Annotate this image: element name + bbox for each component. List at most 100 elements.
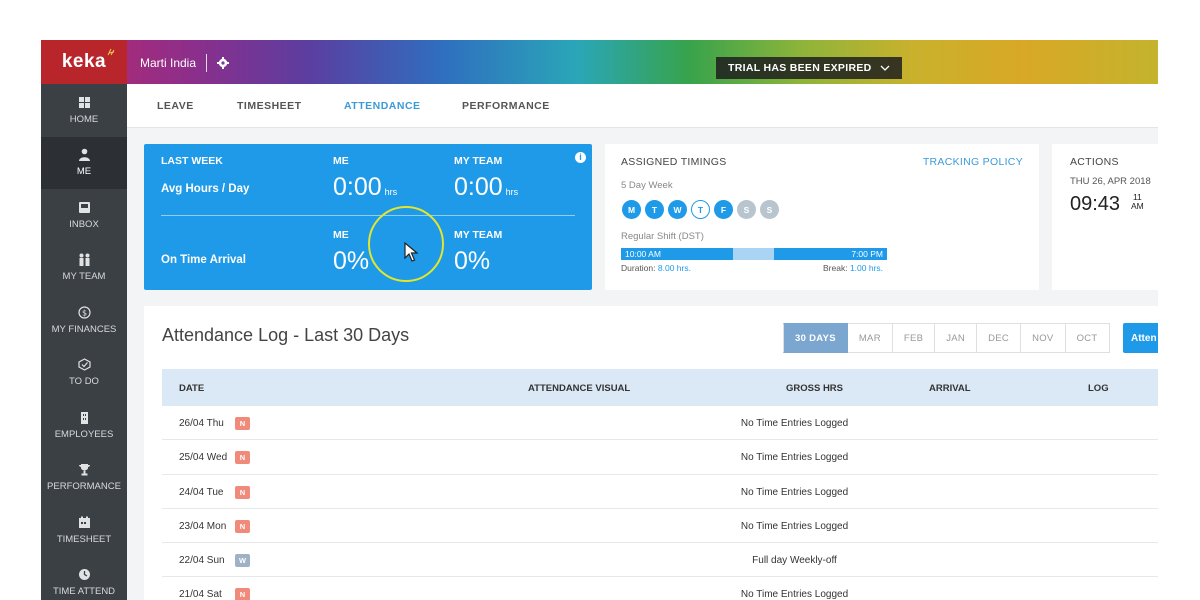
day-status-badge: W	[235, 554, 250, 568]
sidebar-item-label: PERFORMANCE	[47, 481, 121, 493]
sidebar-item-to-do[interactable]: TO DO	[41, 347, 127, 400]
week-type: 5 Day Week	[621, 180, 673, 191]
actions-card: ACTIONS THU 26, APR 2018 09:43 11 AM	[1052, 144, 1158, 290]
org-name: Marti India	[140, 56, 197, 70]
week-days: MTWTFSS	[622, 200, 779, 219]
row-date: 23/04 Mon	[179, 520, 227, 532]
tab-performance[interactable]: PERFORMANCE	[462, 100, 550, 112]
shift-timeline: 10:00 AM 7:00 PM	[621, 248, 887, 260]
sidebar-item-me[interactable]: ME	[41, 136, 127, 189]
shift-break-segment	[733, 248, 774, 260]
logo-text: keka	[61, 51, 107, 72]
ampm-value: AM	[1131, 201, 1144, 211]
table-row[interactable]: 21/04 Sat N No Time Entries Logged	[162, 577, 1158, 600]
tracking-policy-link[interactable]: TRACKING POLICY	[923, 156, 1023, 168]
filter-dec[interactable]: DEC	[977, 323, 1022, 353]
assigned-timings-card: ASSIGNED TIMINGS TRACKING POLICY 5 Day W…	[605, 144, 1039, 290]
sidebar-item-label: EMPLOYEES	[54, 428, 114, 440]
sidebar-item-label: TIMESHEET	[56, 533, 112, 545]
info-icon[interactable]: i	[575, 152, 586, 163]
weekday-chip: W	[668, 200, 687, 219]
tab-timesheet[interactable]: TIMESHEET	[237, 100, 302, 112]
table-row[interactable]: 24/04 Tue N No Time Entries Logged	[162, 475, 1158, 509]
sidebar-item-label: MY FINANCES	[51, 323, 117, 335]
table-row[interactable]: 26/04 Thu N No Time Entries Logged	[162, 406, 1158, 441]
log-table-body: 26/04 Thu N No Time Entries Logged 25/04 We…	[162, 406, 1158, 600]
clock-icon	[78, 569, 90, 581]
attendance-log-panel: Attendance Log - Last 30 Days 30 DAYS MAR…	[144, 306, 1158, 600]
trial-expired-banner[interactable]: TRIAL HAS BEEN EXPIRED	[716, 57, 902, 79]
sidebar-item-timesheet[interactable]: TIMESHEET	[41, 504, 127, 557]
period-label: LAST WEEK	[161, 155, 223, 167]
weekday-chip: T	[691, 200, 710, 219]
gear-icon[interactable]	[217, 57, 230, 69]
sidebar-item-label: TIME ATTEND	[52, 586, 116, 598]
column-attendance-visual: ATTENDANCE VISUAL	[528, 383, 631, 394]
row-message: No Time Entries Logged	[740, 486, 849, 498]
log-table-header: DATE ATTENDANCE VISUAL GROSS HRS ARRIVAL…	[162, 369, 1158, 406]
day-status-badge: N	[235, 417, 250, 430]
sidebar-item-performance[interactable]: PERFORMANCE	[41, 452, 127, 505]
home-icon	[78, 96, 90, 108]
filter-feb[interactable]: FEB	[892, 323, 936, 353]
sidebar-item-my-team[interactable]: MY TEAM	[41, 242, 127, 295]
filter-30-days[interactable]: 30 DAYS	[783, 323, 848, 353]
timings-title: ASSIGNED TIMINGS	[621, 156, 727, 168]
timesheet-icon	[78, 516, 90, 528]
column-log: LOG	[1088, 383, 1109, 394]
filter-nov[interactable]: NOV	[1021, 323, 1066, 353]
team-icon	[79, 253, 89, 267]
sidebar-item-home[interactable]: HOME	[41, 84, 127, 137]
day-status-badge: N	[235, 588, 250, 600]
tab-attendance[interactable]: ATTENDANCE	[344, 100, 421, 112]
weekday-chip: M	[622, 200, 641, 219]
break-value: 1.00 hrs.	[849, 263, 884, 273]
row-date: 25/04 Wed	[179, 452, 228, 464]
table-row[interactable]: 23/04 Mon N No Time Entries Logged	[162, 509, 1158, 544]
shift-name: Regular Shift (DST)	[621, 231, 704, 242]
tab-leave[interactable]: LEAVE	[157, 100, 194, 112]
attendance-stats-card: LAST WEEK ME MY TEAM i Avg Hours / Day 0…	[144, 144, 592, 290]
table-row[interactable]: 25/04 Wed N No Time Entries Logged	[162, 440, 1158, 475]
sidebar-item-label: MY TEAM	[62, 271, 106, 283]
table-row[interactable]: 22/04 Sun W Full day Weekly-off	[162, 543, 1158, 578]
filter-mar[interactable]: MAR	[847, 323, 893, 353]
row-date: 26/04 Thu	[179, 418, 224, 429]
sidebar-item-inbox[interactable]: INBOX	[41, 189, 127, 242]
sidebar-item-label: HOME	[69, 113, 99, 125]
keka-logo[interactable]: keka	[41, 40, 127, 84]
column-arrival: ARRIVAL	[929, 383, 971, 394]
module-tabs: LEAVE TIMESHEET ATTENDANCE PERFORMANCE	[127, 84, 1158, 128]
my-team-label: MY TEAM	[454, 229, 503, 241]
sidebar: HOME ME INBOX MY TEAM $ MY FINANCES TO D…	[41, 84, 127, 600]
top-bar: keka Marti India TRIAL HAS BEEN EXPIRED	[41, 40, 1158, 84]
weekday-chip: S	[737, 200, 756, 219]
current-time: 09:43	[1070, 193, 1121, 215]
filter-oct[interactable]: OCT	[1065, 323, 1110, 353]
sidebar-item-time-attend[interactable]: TIME ATTEND	[41, 557, 127, 600]
log-title: Attendance Log - Last 30 Days	[162, 325, 410, 345]
shift-start: 10:00 AM	[625, 249, 661, 259]
filter-jan[interactable]: JAN	[935, 323, 978, 353]
on-time-arrival-label: On Time Arrival	[161, 254, 247, 266]
row-message: No Time Entries Logged	[740, 418, 849, 429]
day-status-badge: N	[235, 519, 250, 533]
sidebar-item-employees[interactable]: EMPLOYEES	[41, 399, 127, 452]
org-switcher[interactable]: Marti India	[140, 54, 230, 72]
hours-unit: hrs	[384, 187, 398, 197]
todo-icon	[77, 358, 91, 371]
break-label: Break:	[823, 263, 848, 273]
building-icon	[80, 411, 88, 424]
row-message: No Time Entries Logged	[740, 520, 849, 532]
row-message: No Time Entries Logged	[740, 452, 849, 464]
on-time-me: 0%	[333, 247, 370, 275]
row-date: 22/04 Sun	[179, 555, 225, 567]
logo-spark-icon	[107, 48, 115, 56]
day-status-badge: N	[235, 451, 250, 465]
sidebar-item-my-finances[interactable]: $ MY FINANCES	[41, 294, 127, 347]
row-message: No Time Entries Logged	[740, 589, 849, 600]
avg-hours-me-value: 0:00	[333, 173, 382, 201]
chevron-down-icon	[880, 65, 889, 71]
attendance-action-button[interactable]: Atten	[1123, 323, 1158, 353]
sidebar-item-label: INBOX	[69, 218, 99, 230]
